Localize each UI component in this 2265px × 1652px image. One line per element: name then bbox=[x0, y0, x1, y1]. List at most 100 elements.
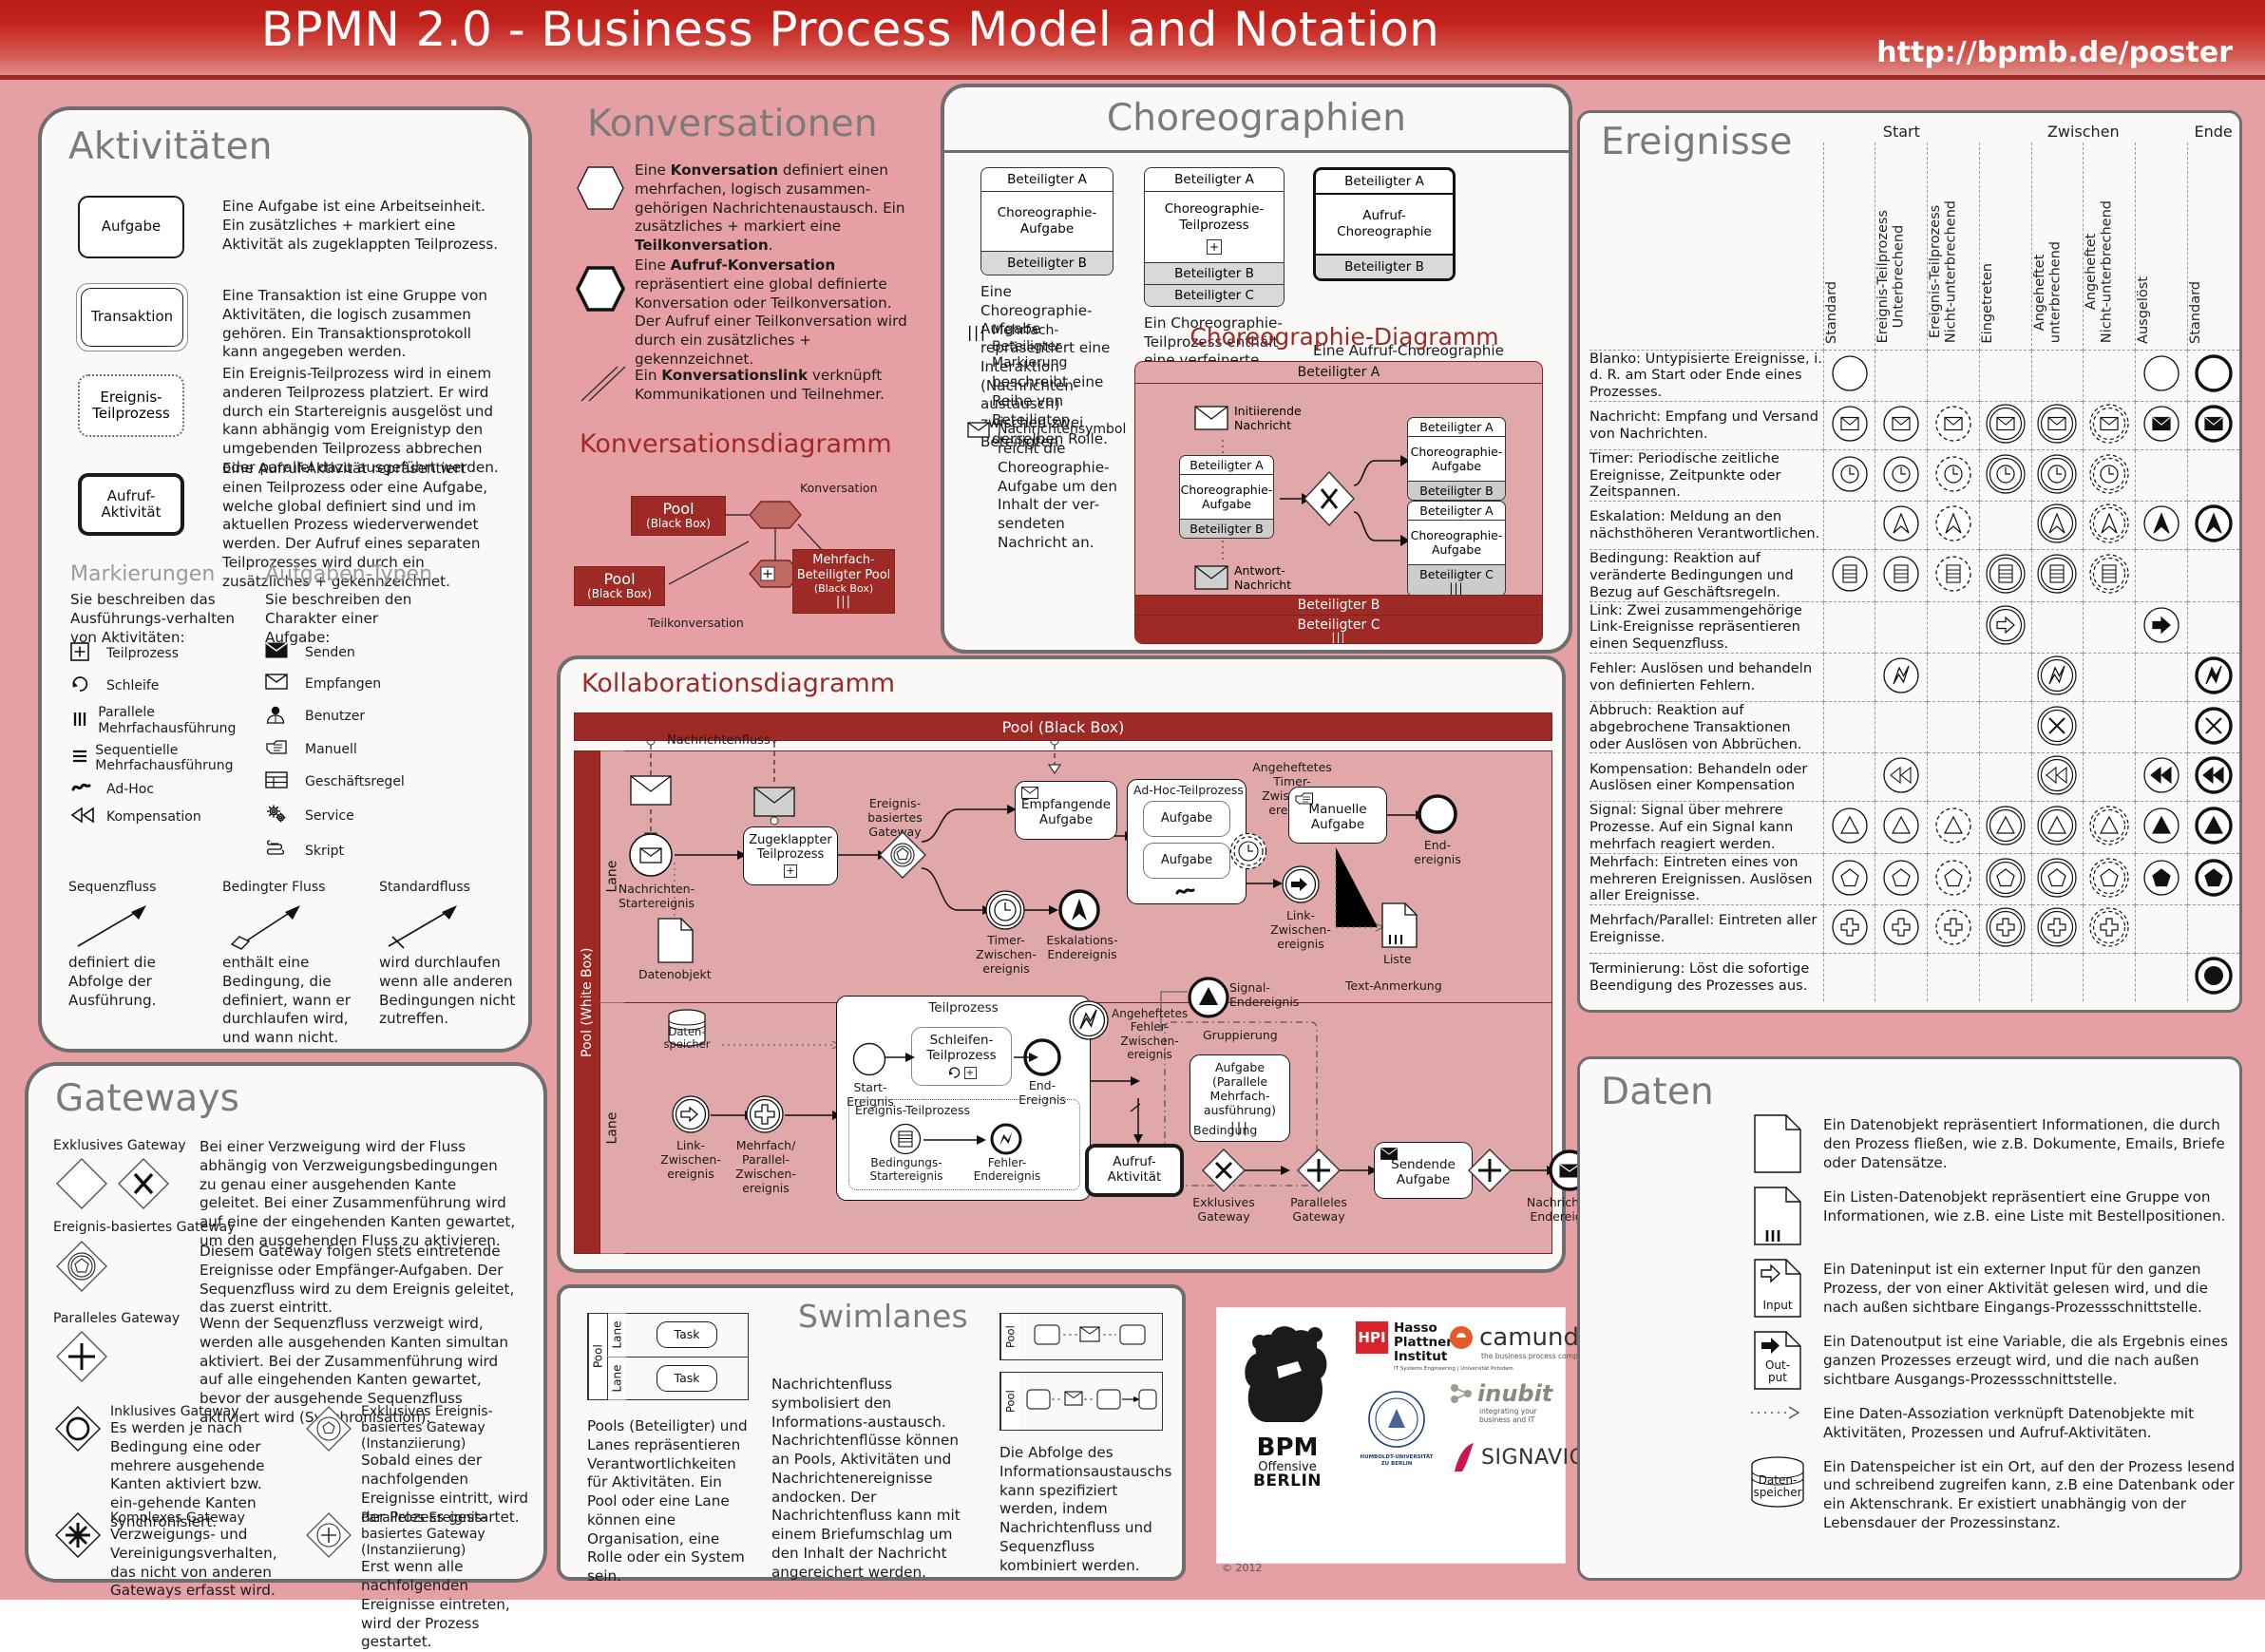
kollab-pool-black-label: Pool (Black Box) bbox=[1001, 717, 1125, 736]
ereignisse-cell-5-6 bbox=[2135, 600, 2188, 654]
parallel-gateway-icon bbox=[56, 1331, 107, 1382]
ereignisse-cell-3-4 bbox=[2030, 501, 2084, 550]
choreo-dt-left-mid-0: Choreographie- bbox=[1180, 483, 1273, 497]
swimlane-task-1-label: Task bbox=[674, 1327, 700, 1342]
ereignisse-cell-8-6 bbox=[2135, 752, 2188, 802]
ereignisse-row-desc-8: Kompensation: Behandeln oder Auslösen ei… bbox=[1589, 752, 1824, 802]
ereignisse-cell-1-0 bbox=[1822, 400, 1875, 450]
aufgaben-typ-label-4: Geschäftsregel bbox=[305, 774, 405, 789]
ereignisse-cell-5-4 bbox=[2030, 600, 2084, 654]
ereignisse-cell-7-2 bbox=[1927, 701, 1980, 753]
panel-ereignisse: Ereignisse Start Zwischen Ende Standard Erei… bbox=[1577, 110, 2242, 1013]
choreographien-title: Choreographien bbox=[1106, 97, 1407, 140]
ereignisse-cell-5-0 bbox=[1822, 600, 1875, 654]
envelope-outline-icon bbox=[265, 674, 305, 693]
loop-icon bbox=[70, 674, 106, 697]
fluss-desc-2: wird durchlaufen wenn alle anderen Bedin… bbox=[379, 954, 516, 1028]
choreo-diagram-task-left: Beteiligter A Choreographie- Aufgabe Bet… bbox=[1179, 455, 1274, 539]
aufgaben-typ-label-2: Benutzer bbox=[305, 709, 366, 724]
daten-item-text-0: Ein Datenobjekt repräsentiert Informatio… bbox=[1823, 1116, 2225, 1171]
gateway-desc-1: Diesem Gateway folgen stets eintretende … bbox=[200, 1243, 515, 1317]
swimlanes-right-text: Die Abfolge des Informationsaustauschs k… bbox=[999, 1444, 1172, 1574]
daten-icon-label-5: Daten-speicher bbox=[1753, 1473, 1802, 1500]
multi-participant-bars-icon: ||| bbox=[835, 595, 852, 610]
choreo-card-0-bottom: Beteiligter B bbox=[981, 250, 1113, 275]
ereignisse-cell-10-1 bbox=[1875, 852, 1928, 905]
ereignisse-cell-5-5 bbox=[2083, 600, 2136, 654]
ereignisse-cell-10-7 bbox=[2186, 852, 2239, 905]
logo-humboldt-line-0: HUMBOLDT-UNIVERSITÄT bbox=[1360, 1454, 1434, 1460]
konv-pool-right: Mehrfach- Beteiligter Pool (Black Box) |… bbox=[792, 549, 895, 614]
logo-bpm-offensive-berlin: BPM Offensive BERLIN bbox=[1227, 1316, 1348, 1519]
panel-gateways: Gateways Exklusives Gateway Ereignis-bas… bbox=[25, 1062, 547, 1650]
choreo-card-1-marker: + bbox=[1207, 238, 1222, 255]
ereignisse-cell-1-3 bbox=[1978, 400, 2032, 450]
choreo-diagram-task-down: Beteiligter A Choreographie- Aufgabe Bet… bbox=[1407, 501, 1506, 597]
ereignisse-cell-11-6 bbox=[2135, 904, 2188, 954]
ereignisse-row: Kompensation: Behandeln oder Auslösen ei… bbox=[1589, 752, 2239, 802]
ereignisse-cell-4-4 bbox=[2030, 549, 2084, 602]
exclusive-gateway-icon bbox=[56, 1158, 169, 1209]
ereignisse-cell-5-7 bbox=[2186, 600, 2239, 654]
parallel-bars-icon bbox=[70, 710, 98, 732]
swimlane-msg-pool-1-text: Pool bbox=[1003, 1325, 1018, 1348]
fluss-sequenzfluss: Sequenzfluss definiert die Abfolge der A… bbox=[68, 880, 211, 1010]
ereignisse-cell-5-1 bbox=[1875, 600, 1928, 654]
ereignisse-row-desc-10: Mehrfach: Eintreten eines von mehreren E… bbox=[1589, 852, 1824, 905]
ereignisse-cell-2-5 bbox=[2083, 448, 2136, 502]
ereignisse-column-0: Standard bbox=[1823, 280, 1839, 344]
ereignisse-cell-1-5 bbox=[2083, 400, 2136, 450]
tilde-icon bbox=[70, 780, 106, 799]
logo-inubit: inubit integrating your business and IT bbox=[1449, 1380, 1565, 1424]
parallel-event-gateway-instantiate-icon bbox=[306, 1512, 352, 1558]
choreo-diagram-msg-init: Initiierende Nachricht bbox=[1194, 404, 1302, 432]
konv-pool-right-l1: Mehrfach- bbox=[812, 553, 875, 568]
ereignisse-cell-6-0 bbox=[1822, 653, 1875, 702]
konv-edge-top-label: Konversation bbox=[800, 481, 878, 495]
choreo-diagram-pool-bottom-multi-icon: ||| bbox=[1331, 631, 1346, 644]
data-list-icon bbox=[1754, 1187, 1801, 1245]
aufgaben-typ-label-0: Senden bbox=[305, 644, 355, 660]
ereignisse-row-desc-5: Link: Zwei zusammengehörige Link-Ereigni… bbox=[1589, 600, 1824, 654]
logo-bpm-text: BPM Offensive BERLIN bbox=[1227, 1435, 1348, 1490]
panel-kollaborationsdiagramm: Kollaborationsdiagramm Pool (Black Box) … bbox=[557, 655, 1603, 1273]
ereignisse-row: Mehrfach/Parallel: Eintreten aller Ereig… bbox=[1589, 904, 2239, 954]
ereignisse-row: Eskalation: Meldung an den nächsthöheren… bbox=[1589, 501, 2239, 550]
ereignisse-cell-10-3 bbox=[1978, 852, 2032, 905]
ereignisse-cell-4-1 bbox=[1875, 549, 1928, 602]
ereignisse-cell-12-2 bbox=[1927, 953, 1980, 1002]
conditional-flow-arrow-icon bbox=[230, 905, 300, 950]
konversation-text-0: Eine Konversation definiert einen mehrfa… bbox=[635, 161, 905, 254]
sequential-bars-icon bbox=[70, 747, 95, 769]
konversationsdiagramm-title: Konversationsdiagramm bbox=[580, 429, 892, 459]
ereignisse-cell-7-4 bbox=[2030, 701, 2084, 753]
daten-item: Input Ein Dateninput ist ein externer In… bbox=[1732, 1259, 2236, 1318]
swimlane-lane-label-1: Lane bbox=[607, 1314, 626, 1357]
fluss-name-1: Bedingter Fluss bbox=[222, 880, 326, 895]
ereignisse-column-1: Ereignis-Teilprozess Unterbrechend bbox=[1875, 210, 1908, 344]
ereignisse-row-desc-7: Abbruch: Reaktion auf abgebrochene Trans… bbox=[1589, 701, 1824, 753]
ereignisse-cell-0-4 bbox=[2030, 349, 2084, 402]
choreo-note-1: Nachrichtensymbol reicht die Choreograph… bbox=[967, 422, 1126, 553]
choreo-dt-up-bottom: Beteiligter B bbox=[1408, 481, 1505, 500]
ereignisse-cell-3-7 bbox=[2186, 501, 2239, 550]
choreo-card-2-mid-0: Aufruf- bbox=[1362, 208, 1406, 223]
ereignisse-row: Terminierung: Löst die sofortige Beendig… bbox=[1589, 953, 2239, 1002]
ereignisse-cell-8-1 bbox=[1875, 752, 1928, 802]
ereignisse-cell-10-5 bbox=[2083, 852, 2136, 905]
ereignisse-cell-3-2 bbox=[1927, 501, 1980, 550]
logo-inubit-name: inubit bbox=[1477, 1380, 1553, 1407]
ereignisse-cell-0-2 bbox=[1927, 349, 1980, 402]
ereignisse-cell-3-0 bbox=[1822, 501, 1875, 550]
ereignisse-cell-9-2 bbox=[1927, 801, 1980, 854]
swimlane-msg-pool-2-text: Pool bbox=[1003, 1390, 1018, 1413]
ereignisse-cell-3-5 bbox=[2083, 501, 2136, 550]
complex-gateway-icon bbox=[55, 1512, 101, 1558]
shape-ereignis-teilprozess-label: Ereignis-Teilprozess bbox=[92, 388, 170, 422]
ereignisse-row-desc-9: Signal: Signal über mehrere Prozesse. Au… bbox=[1589, 801, 1824, 854]
ereignisse-cell-1-2 bbox=[1927, 400, 1980, 450]
ereignisse-cell-7-3 bbox=[1978, 701, 2032, 753]
swimlane-mini-msg-1: Pool bbox=[999, 1313, 1163, 1360]
swimlanes-mid-text: Nachrichtenfluss symbolisiert den Inform… bbox=[771, 1376, 961, 1581]
hand-icon bbox=[265, 739, 305, 760]
